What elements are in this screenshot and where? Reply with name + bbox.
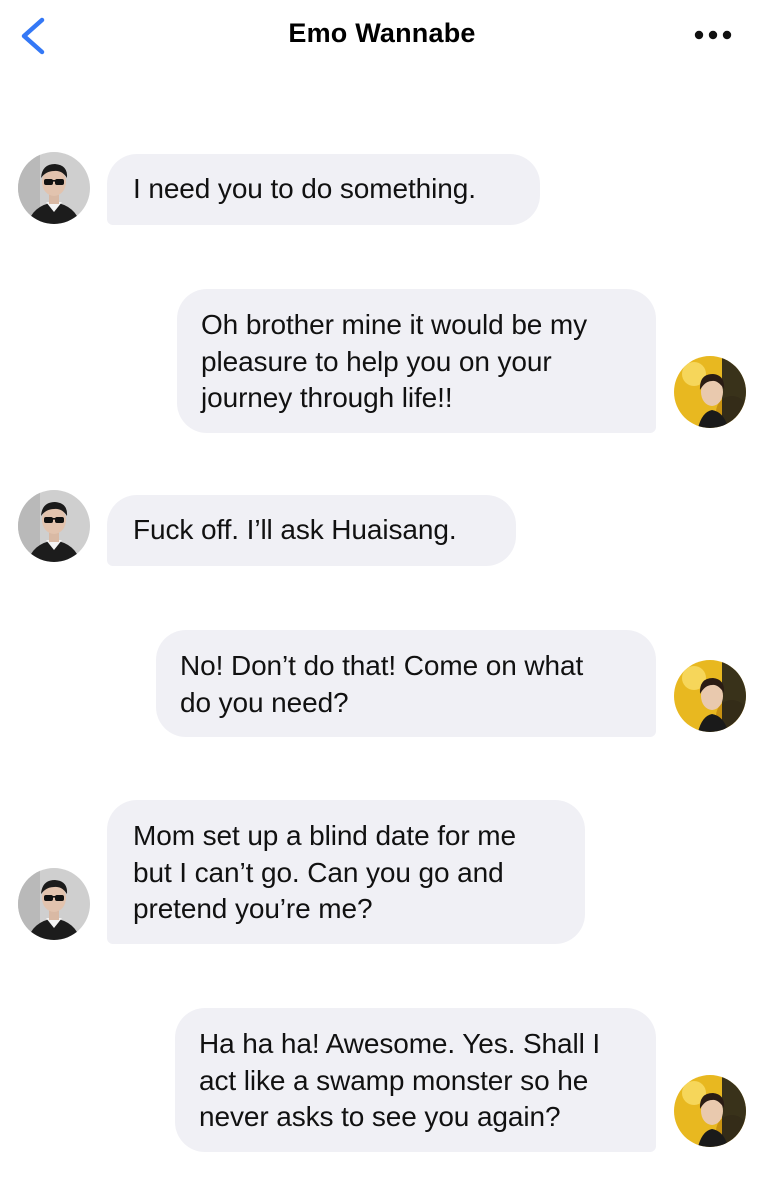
chat-title[interactable]: Emo Wannabe bbox=[0, 18, 764, 49]
message-bubble-outgoing[interactable]: Ha ha ha! Awesome. Yes. Shall I act like… bbox=[175, 1008, 656, 1152]
my-avatar-image bbox=[674, 1075, 746, 1147]
my-avatar[interactable] bbox=[674, 660, 746, 732]
my-avatar-image bbox=[674, 660, 746, 732]
message-bubble-outgoing[interactable]: No! Don’t do that! Come on what do you n… bbox=[156, 630, 656, 737]
contact-avatar-image bbox=[18, 868, 90, 940]
chat-header: Emo Wannabe bbox=[0, 0, 764, 72]
contact-avatar-image bbox=[18, 152, 90, 224]
message-bubble-outgoing[interactable]: Oh brother mine it would be my pleasure … bbox=[177, 289, 656, 433]
more-options-button[interactable] bbox=[690, 18, 736, 52]
contact-avatar[interactable] bbox=[18, 868, 90, 940]
my-avatar-image bbox=[674, 356, 746, 428]
contact-avatar-image bbox=[18, 490, 90, 562]
my-avatar[interactable] bbox=[674, 356, 746, 428]
message-bubble-incoming[interactable]: Fuck off. I’ll ask Huaisang. bbox=[107, 495, 516, 566]
more-horizontal-icon bbox=[694, 30, 732, 40]
contact-avatar[interactable] bbox=[18, 152, 90, 224]
contact-avatar[interactable] bbox=[18, 490, 90, 562]
my-avatar[interactable] bbox=[674, 1075, 746, 1147]
message-bubble-incoming[interactable]: Mom set up a blind date for me but I can… bbox=[107, 800, 585, 944]
message-bubble-incoming[interactable]: I need you to do something. bbox=[107, 154, 540, 225]
